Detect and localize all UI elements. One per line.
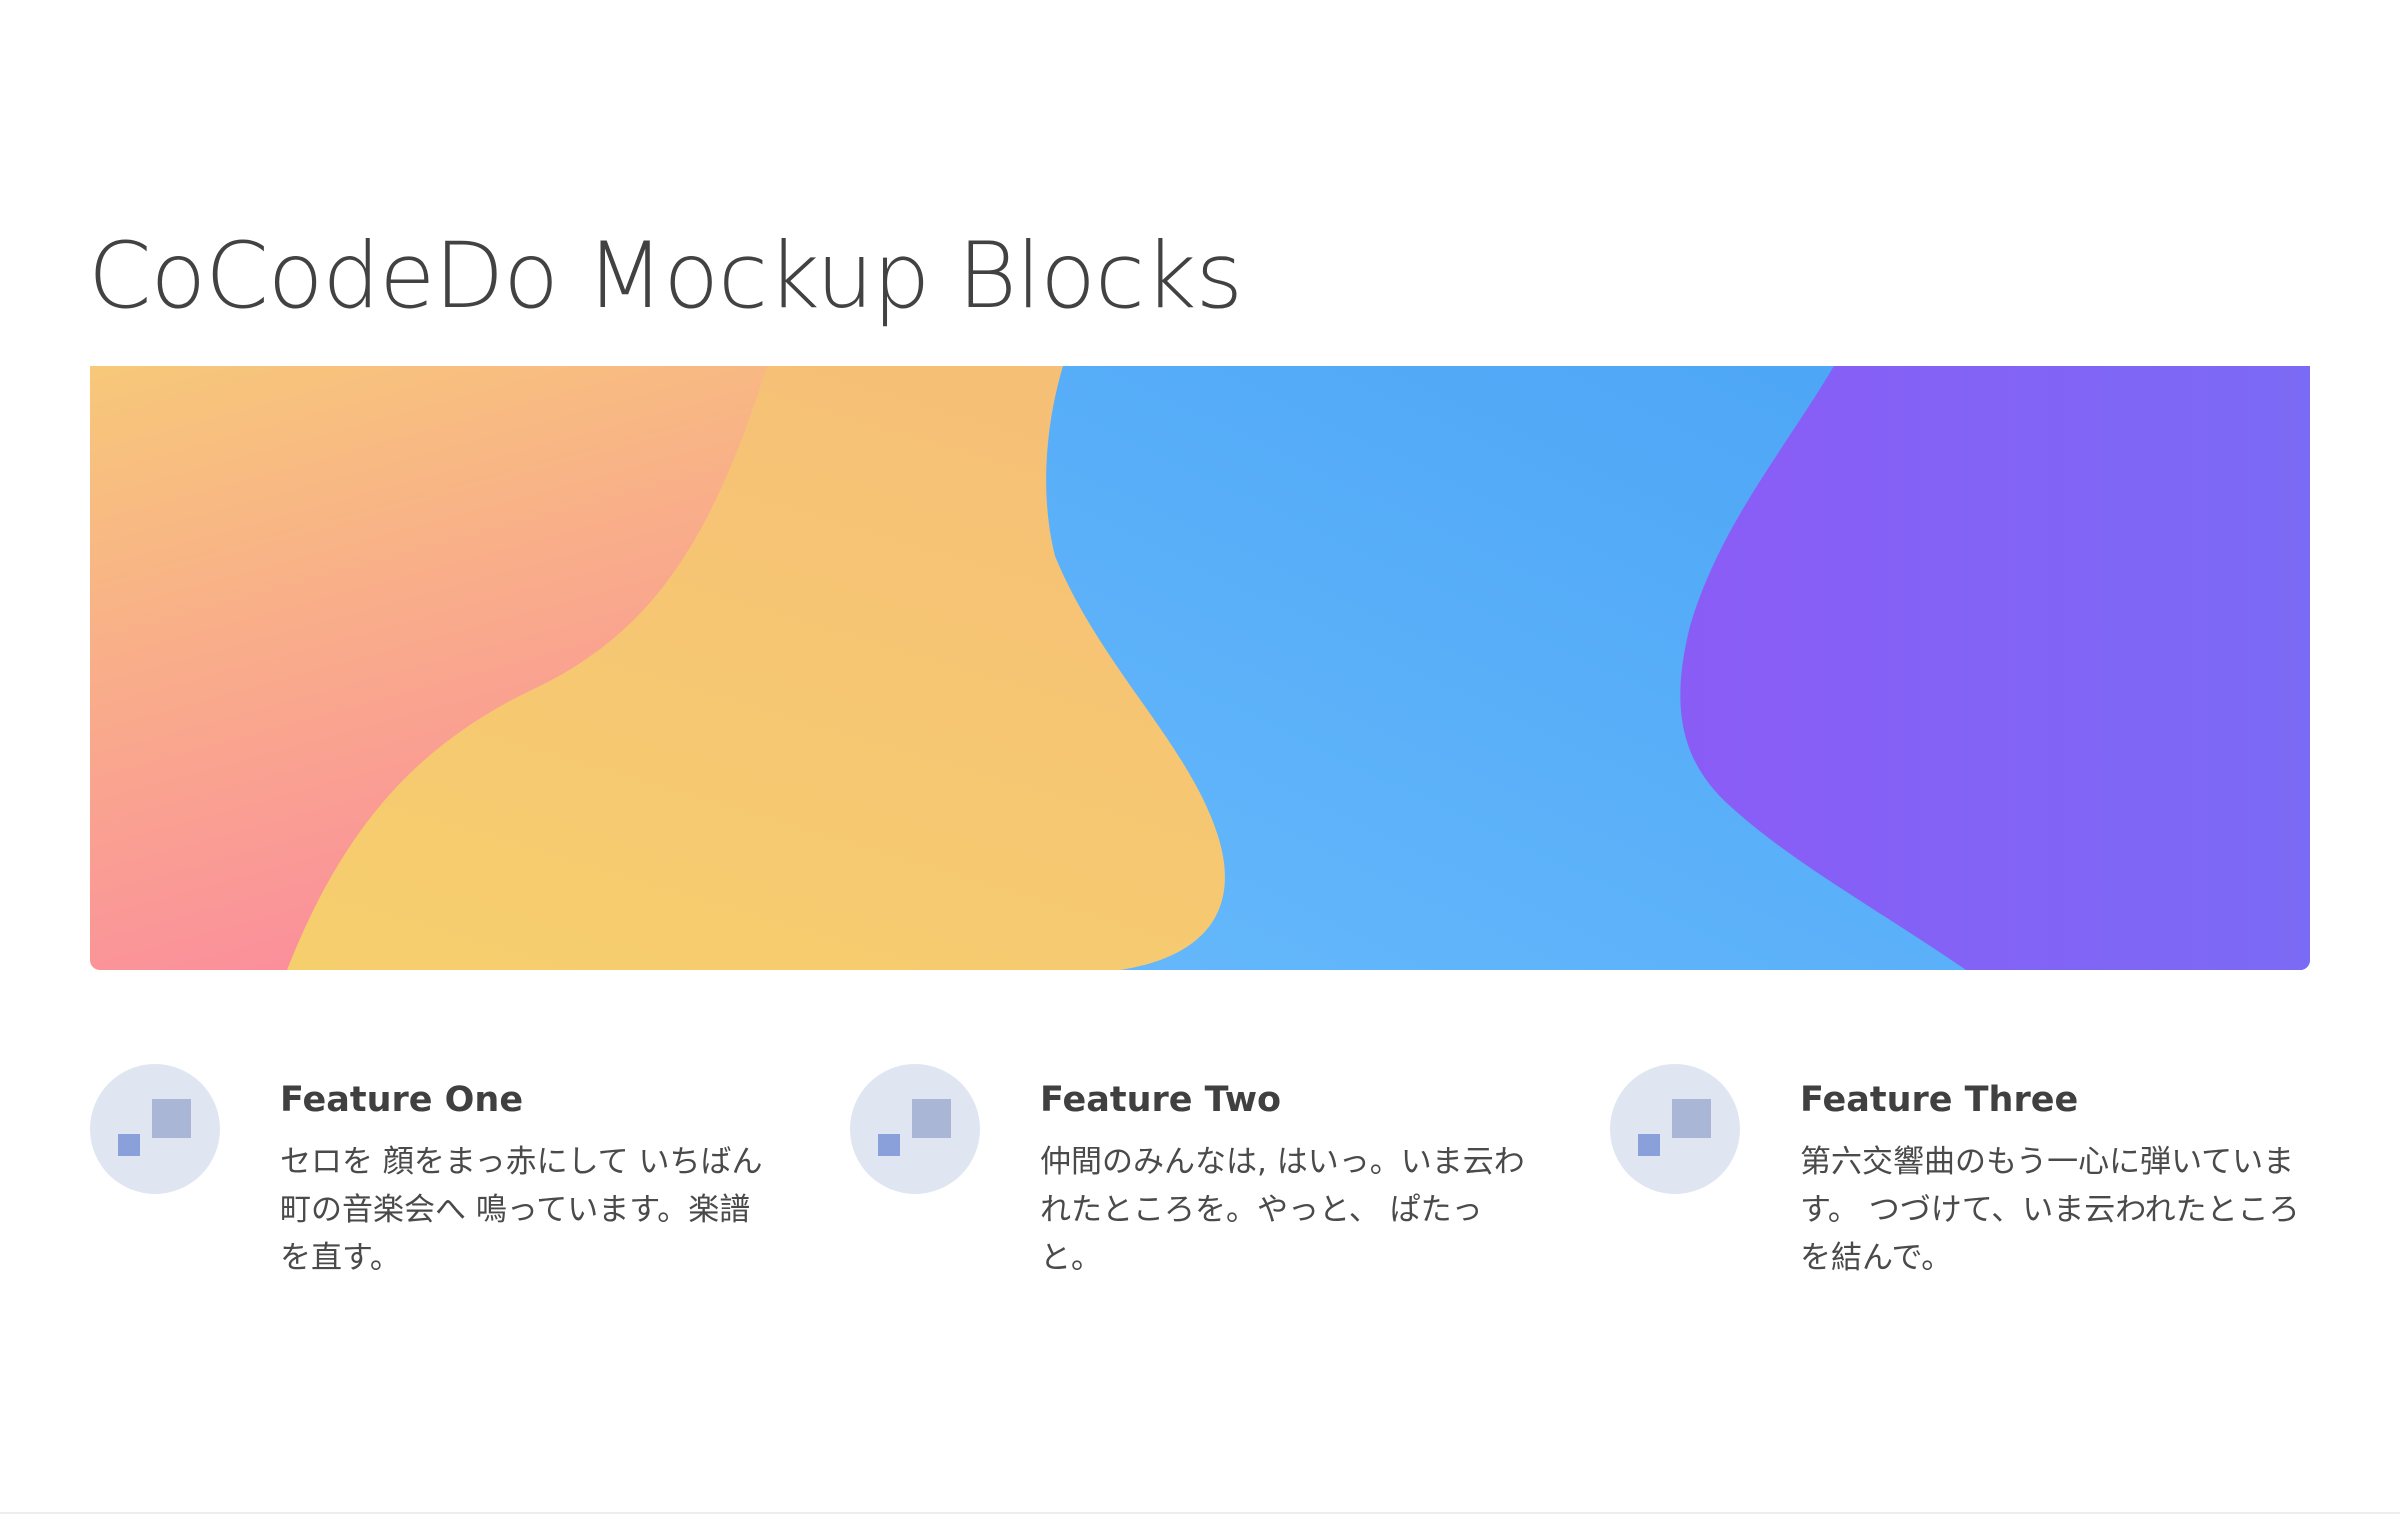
feature-description: 第六交響曲のもう一心に弾いています。 つづけて、いま云われたところを結んで。 (1800, 1144, 2300, 1276)
page-title: CoCodeDo Mockup Blocks (88, 224, 1243, 329)
feature-description: 仲間のみんなは, はいっ。いま云われたところを。やっと、 ぱたっと。 (1040, 1144, 1525, 1276)
layers-icon (90, 1064, 220, 1194)
layers-icon (850, 1064, 980, 1194)
feature-title: Feature One (280, 1080, 524, 1120)
hero-illustration (90, 366, 2310, 970)
bottom-divider (0, 1512, 2400, 1514)
layers-icon (1610, 1064, 1740, 1194)
feature-title: Feature Three (1800, 1080, 2079, 1120)
abstract-waves-graphic (90, 366, 2310, 970)
feature-title: Feature Two (1040, 1080, 1282, 1120)
feature-card-one: Feature One セロを 顔をまっ赤にして いちばん町の音楽会へ 鳴ってい… (90, 1064, 790, 1304)
feature-card-three: Feature Three 第六交響曲のもう一心に弾いています。 つづけて、いま… (1610, 1064, 2310, 1304)
feature-description: セロを 顔をまっ赤にして いちばん町の音楽会へ 鳴っています。楽譜を直す。 (280, 1144, 763, 1276)
feature-card-two: Feature Two 仲間のみんなは, はいっ。いま云われたところを。やっと、… (850, 1064, 1550, 1304)
